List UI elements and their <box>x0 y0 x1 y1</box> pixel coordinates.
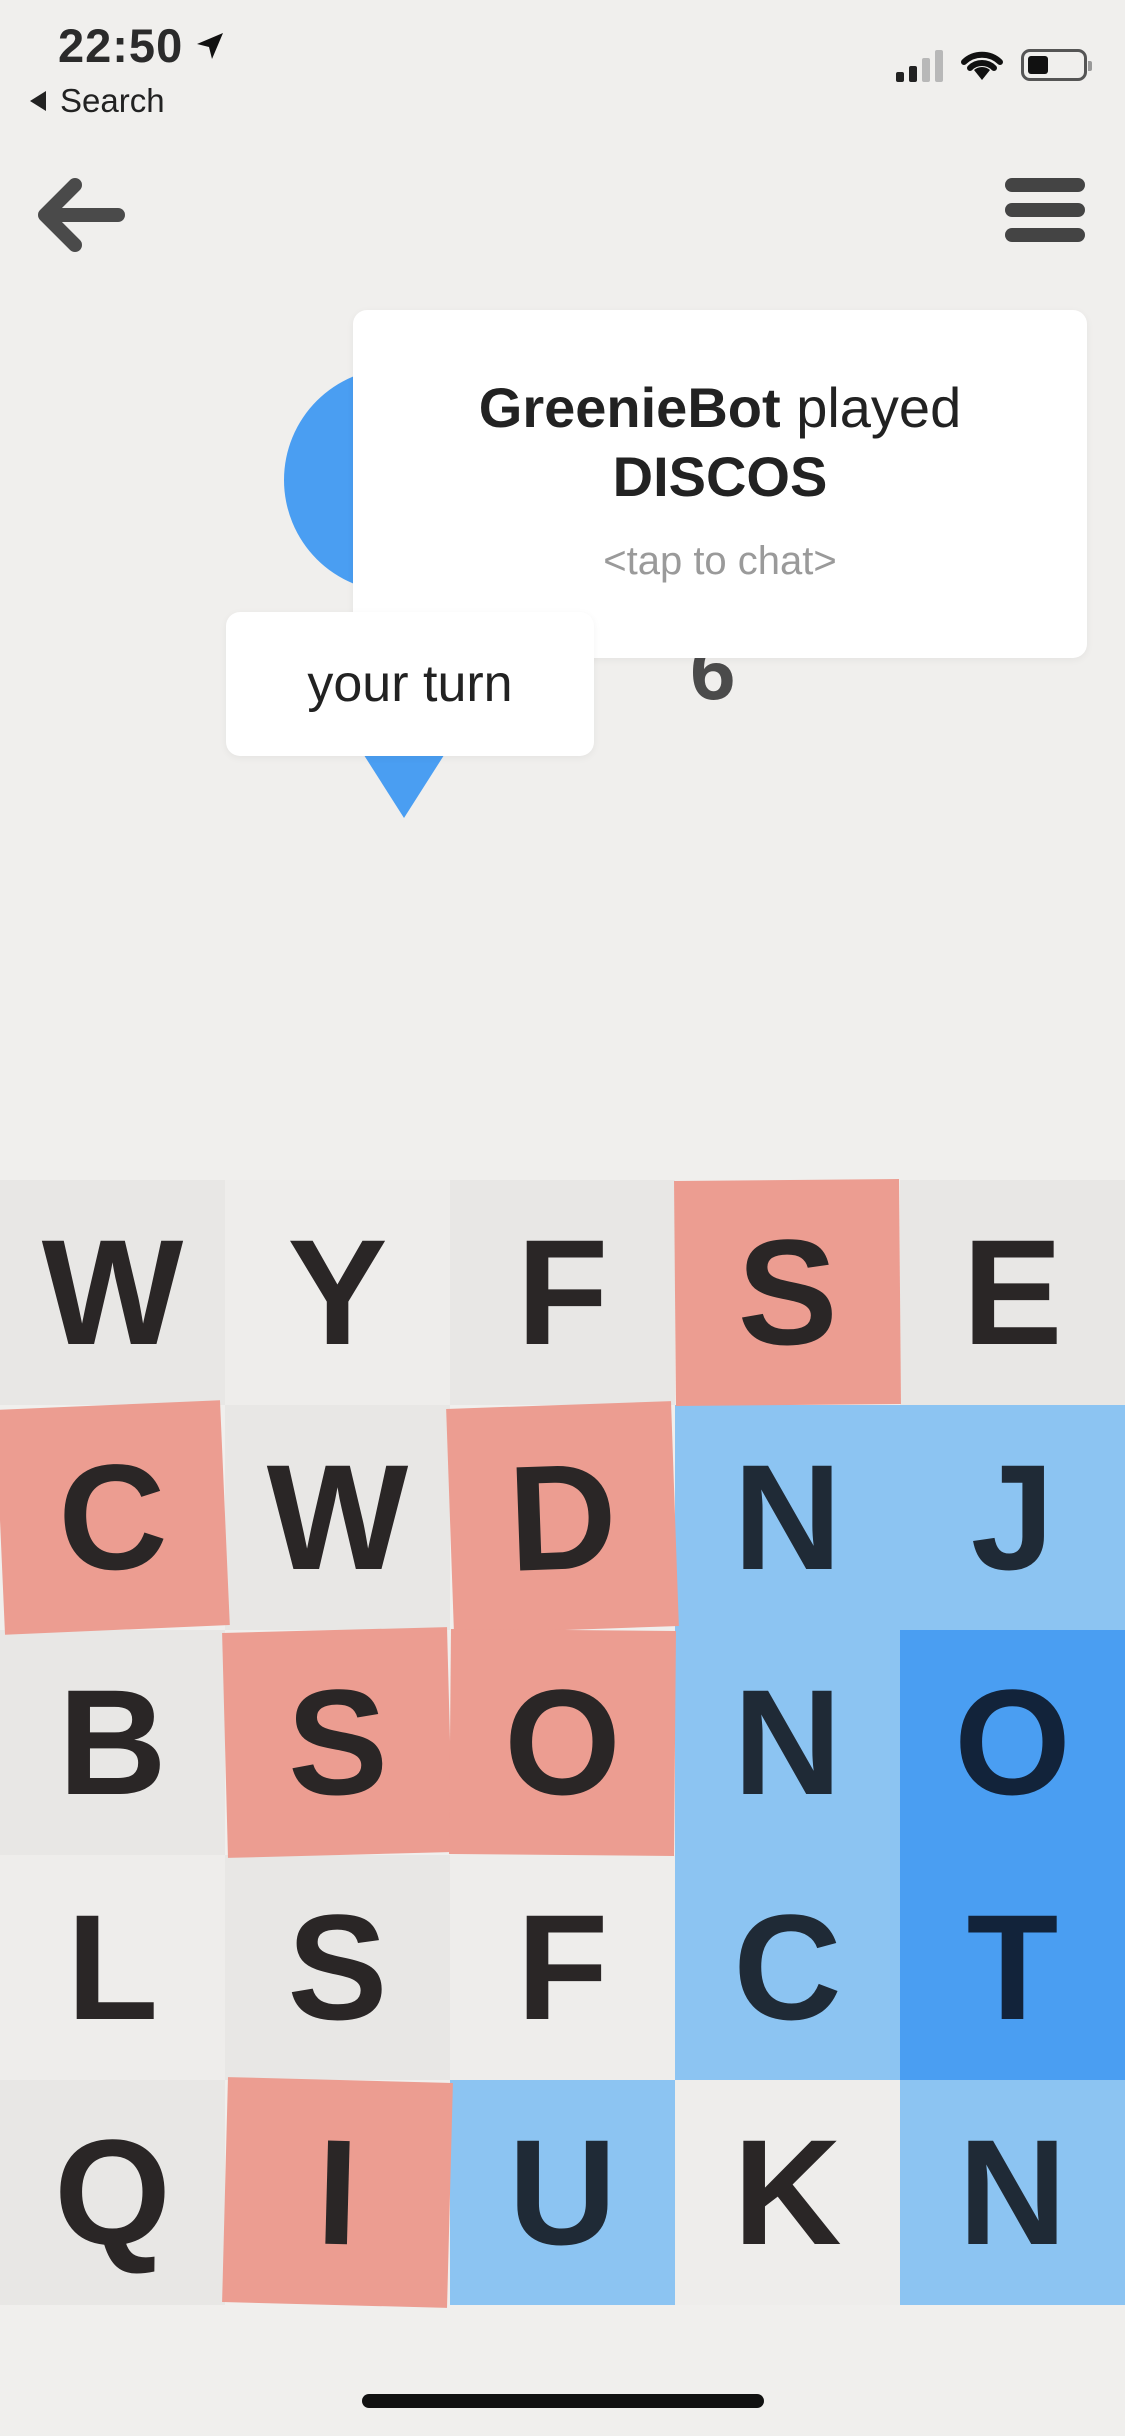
played-word: DISCOS <box>612 445 828 508</box>
letter-tile[interactable]: U <box>450 2080 675 2305</box>
wifi-icon <box>961 51 1003 80</box>
menu-icon-bar <box>1005 203 1085 217</box>
letter-tile[interactable]: C <box>675 1855 900 2080</box>
letter-tile[interactable]: W <box>225 1405 450 1630</box>
letter-board: WYFSECWDNJBSONOLSFCTQIUKN <box>0 1179 1125 2308</box>
letter-tile[interactable]: D <box>446 1401 679 1634</box>
letter-tile[interactable]: F <box>450 1855 675 2080</box>
letter-tile[interactable]: N <box>675 1630 900 1855</box>
letter-tile[interactable]: S <box>225 1855 450 2080</box>
tap-to-chat-hint: <tap to chat> <box>603 539 837 583</box>
letter-tile[interactable]: Y <box>225 1180 450 1405</box>
letter-tile[interactable]: O <box>900 1630 1125 1855</box>
letter-tile[interactable]: T <box>900 1855 1125 2080</box>
letter-tile[interactable]: O <box>449 1629 676 1856</box>
letter-tile[interactable]: F <box>450 1180 675 1405</box>
played-verb: played <box>796 376 962 439</box>
letter-tile[interactable]: C <box>0 1400 230 1635</box>
letter-tile[interactable]: Q <box>0 2080 225 2305</box>
opponent-name: GreenieBot <box>478 376 781 439</box>
letter-tile[interactable]: S <box>222 1627 453 1858</box>
back-triangle-icon <box>30 91 46 111</box>
back-to-app-label: Search <box>60 82 165 119</box>
last-move-line: GreenieBot played <box>353 375 1087 440</box>
home-indicator[interactable] <box>362 2394 764 2408</box>
turn-indicator-icon <box>362 752 446 818</box>
letter-tile[interactable]: I <box>222 2077 453 2308</box>
letter-tile[interactable]: J <box>900 1405 1125 1630</box>
letter-tile[interactable]: W <box>0 1180 225 1405</box>
letter-tile[interactable]: K <box>675 2080 900 2305</box>
menu-icon-bar <box>1005 228 1085 242</box>
letter-tile[interactable]: E <box>900 1180 1125 1405</box>
back-to-app-link[interactable]: Search <box>30 82 165 120</box>
status-time-text: 22:50 <box>58 19 184 72</box>
your-turn-bubble: your turn <box>226 612 594 756</box>
status-time: 22:50 <box>58 18 225 73</box>
letter-tile[interactable]: L <box>0 1855 225 2080</box>
your-turn-label: your turn <box>307 655 513 713</box>
letter-tile[interactable]: N <box>900 2080 1125 2305</box>
menu-button[interactable] <box>1005 178 1085 242</box>
location-arrow-icon <box>197 32 224 59</box>
last-move-notification[interactable]: GreenieBot played DISCOS <tap to chat> <box>353 310 1087 658</box>
status-indicators <box>896 48 1092 82</box>
menu-icon-bar <box>1005 178 1085 192</box>
battery-icon <box>1021 49 1092 81</box>
back-arrow-icon[interactable] <box>30 165 130 265</box>
letter-tile[interactable]: N <box>675 1405 900 1630</box>
letter-tile[interactable]: B <box>0 1630 225 1855</box>
cellular-signal-icon <box>896 48 943 82</box>
letter-tile[interactable]: S <box>674 1179 901 1406</box>
